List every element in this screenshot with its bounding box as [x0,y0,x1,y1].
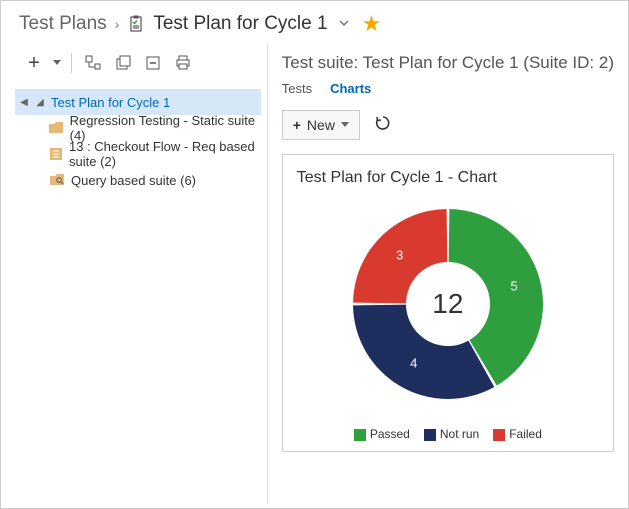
expand-tree-icon[interactable] [80,51,106,75]
favorite-star-icon[interactable]: ★ [362,11,382,37]
tree-item-query-suite[interactable]: Query based suite (6) [15,167,261,193]
open-window-icon[interactable] [110,51,136,75]
donut-chart: 5 4 3 12 [297,199,599,409]
tab-bar: Tests Charts [282,81,614,100]
refresh-icon[interactable] [374,114,392,137]
tree-toolbar: + [1,51,267,85]
slice-value: 3 [396,248,403,263]
new-chart-button[interactable]: + New [282,110,360,140]
add-dropdown-caret[interactable] [51,51,63,75]
tree-panel: + [1,43,268,504]
tree-item-static-suite[interactable]: Regression Testing - Static suite (4) [15,115,261,141]
folder-icon [49,120,64,136]
legend-item[interactable]: Passed [354,427,410,441]
legend-swatch [424,429,436,441]
collapse-icon[interactable] [140,51,166,75]
tree: ◀ ◢ Test Plan for Cycle 1 Regression Tes… [1,85,267,193]
query-suite-icon [49,172,65,188]
chevron-right-icon: › [115,16,120,32]
chart-legend: Passed Not run Failed [297,427,599,441]
expand-caret-icon[interactable]: ◢ [35,97,45,108]
collapse-caret-icon[interactable]: ◀ [19,97,29,108]
chevron-down-icon[interactable] [338,17,350,32]
chart-title: Test Plan for Cycle 1 - Chart [297,169,599,187]
chart-actionbar: + New [282,110,614,140]
chevron-down-icon [341,119,349,131]
tab-charts[interactable]: Charts [330,81,371,100]
test-plan-icon [127,15,145,33]
tree-root-item[interactable]: ◀ ◢ Test Plan for Cycle 1 [15,89,261,115]
detail-panel: Test suite: Test Plan for Cycle 1 (Suite… [268,43,628,504]
print-icon[interactable] [170,51,196,75]
tree-root-label: Test Plan for Cycle 1 [51,95,170,110]
chart-card: Test Plan for Cycle 1 - Chart 5 4 3 12 Pas… [282,154,614,452]
new-button-label: New [307,117,335,133]
breadcrumb: Test Plans › Test Plan for Cycle 1 ★ [1,1,628,43]
breadcrumb-root[interactable]: Test Plans [19,13,107,35]
breadcrumb-title[interactable]: Test Plan for Cycle 1 [153,13,327,35]
donut-slice[interactable] [353,305,494,399]
legend-swatch [493,429,505,441]
legend-item[interactable]: Not run [424,427,479,441]
legend-swatch [354,429,366,441]
plus-icon: + [293,117,301,133]
legend-item[interactable]: Failed [493,427,542,441]
tree-item-label: Query based suite (6) [71,173,196,188]
suite-title: Test suite: Test Plan for Cycle 1 (Suite… [282,53,614,73]
slice-value: 5 [510,278,517,293]
chart-total: 12 [432,288,463,320]
tab-tests[interactable]: Tests [282,81,312,100]
add-button[interactable]: + [21,51,47,75]
requirement-suite-icon [49,146,63,162]
toolbar-separator [71,53,72,73]
tree-item-label: 13 : Checkout Flow - Req based suite (2) [69,139,257,169]
tree-item-req-suite[interactable]: 13 : Checkout Flow - Req based suite (2) [15,141,261,167]
slice-value: 4 [410,355,417,370]
